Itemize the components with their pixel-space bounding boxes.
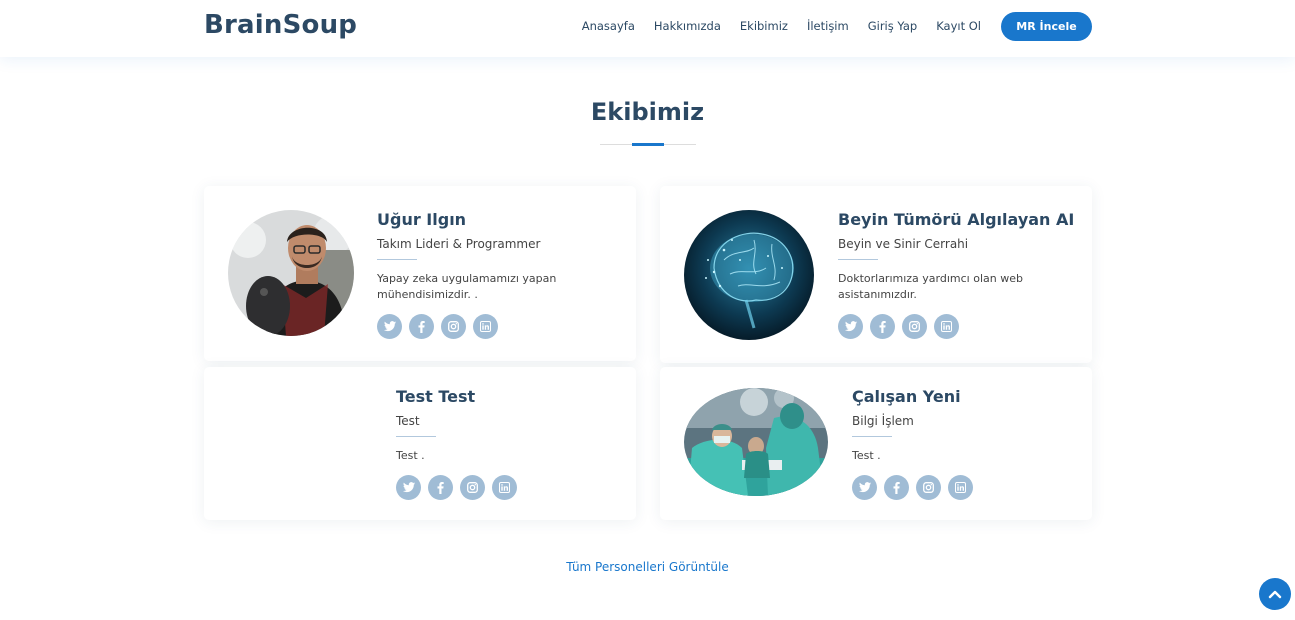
twitter-icon[interactable]: [396, 475, 421, 500]
nav-about[interactable]: Hakkımızda: [654, 19, 721, 33]
title-divider-accent: [632, 143, 664, 146]
twitter-icon[interactable]: [852, 475, 877, 500]
member-description: Doktorlarımıza yardımcı olan web asistan…: [838, 272, 1023, 301]
nav-register[interactable]: Kayıt Ol: [936, 19, 981, 33]
linkedin-icon[interactable]: [934, 314, 959, 339]
instagram-icon[interactable]: [902, 314, 927, 339]
member-photo: [228, 210, 354, 336]
back-to-top-button[interactable]: [1259, 578, 1291, 610]
instagram-icon[interactable]: [441, 314, 466, 339]
team-card: Uğur Ilgın Takım Lideri & Programmer Yap…: [204, 186, 636, 361]
facebook-icon[interactable]: [884, 475, 909, 500]
facebook-icon[interactable]: [409, 314, 434, 339]
nav-login[interactable]: Giriş Yap: [868, 19, 917, 33]
social-links: [377, 314, 567, 339]
chevron-up-icon: [1268, 590, 1282, 599]
social-links: [852, 475, 1042, 500]
facebook-icon[interactable]: [870, 314, 895, 339]
member-name: Test Test: [396, 387, 476, 406]
member-description: Test .: [852, 449, 881, 462]
instagram-icon[interactable]: [916, 475, 941, 500]
nav-contact[interactable]: İletişim: [807, 19, 849, 33]
member-photo: [684, 210, 814, 340]
twitter-icon[interactable]: [377, 314, 402, 339]
team-card: Beyin Tümörü Algılayan AI Beyin ve Sinir…: [660, 186, 1092, 363]
instagram-icon[interactable]: [460, 475, 485, 500]
view-all-staff-link[interactable]: Tüm Personelleri Görüntüle: [0, 560, 1295, 574]
member-role: Bilgi İşlem: [852, 414, 914, 428]
linkedin-icon[interactable]: [948, 475, 973, 500]
logo[interactable]: BrainSoup: [204, 10, 357, 40]
member-photo: [684, 388, 828, 496]
linkedin-icon[interactable]: [473, 314, 498, 339]
member-divider: [838, 259, 878, 260]
main-nav: Anasayfa Hakkımızda Ekibimiz İletişim Gi…: [582, 0, 1092, 52]
member-divider: [396, 436, 436, 437]
mr-inspect-button[interactable]: MR İncele: [1001, 11, 1092, 41]
member-name: Uğur Ilgın: [377, 210, 467, 229]
site-header: BrainSoup Anasayfa Hakkımızda Ekibimiz İ…: [0, 0, 1295, 57]
nav-team[interactable]: Ekibimiz: [740, 19, 788, 33]
facebook-icon[interactable]: [428, 475, 453, 500]
member-name: Çalışan Yeni: [852, 387, 961, 406]
member-description: Test .: [396, 449, 425, 462]
member-role: Test: [396, 414, 420, 428]
member-divider: [852, 436, 892, 437]
section-title: Ekibimiz: [590, 98, 705, 126]
social-links: [396, 475, 586, 500]
member-role: Takım Lideri & Programmer: [377, 237, 541, 251]
team-card: Test Test Test Test .: [204, 367, 636, 520]
nav-home[interactable]: Anasayfa: [582, 19, 635, 33]
social-links: [838, 314, 1074, 339]
member-name: Beyin Tümörü Algılayan AI: [838, 210, 1075, 229]
member-description: Yapay zeka uygulamamızı yapan mühendisim…: [377, 272, 557, 301]
team-card: Çalışan Yeni Bilgi İşlem Test .: [660, 367, 1092, 520]
member-role: Beyin ve Sinir Cerrahi: [838, 237, 969, 251]
twitter-icon[interactable]: [838, 314, 863, 339]
linkedin-icon[interactable]: [492, 475, 517, 500]
member-divider: [377, 259, 417, 260]
